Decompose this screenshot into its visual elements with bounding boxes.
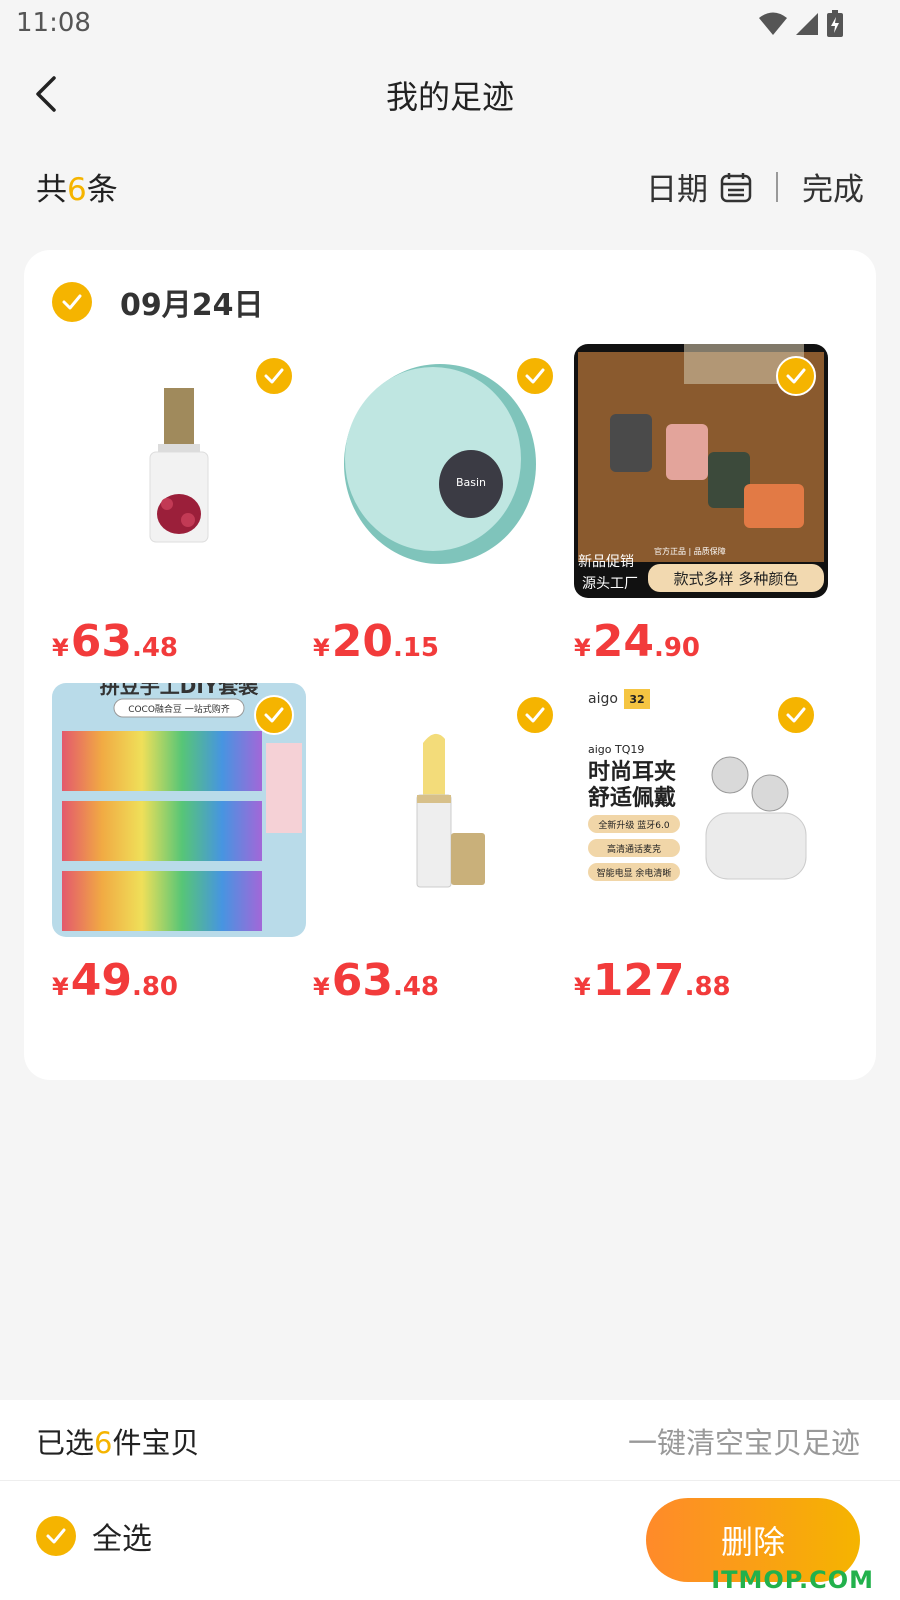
product-item-perfume[interactable]: ¥63.48 — [52, 344, 306, 667]
selected-count-value: 6 — [94, 1426, 113, 1460]
select-all-check-icon — [36, 1516, 76, 1556]
battery-icon — [827, 10, 843, 37]
product-image-earphones[interactable]: aigo 32 aigo TQ19 时尚耳夹 舒适佩戴 全新升级 蓝牙6.0 高… — [574, 683, 828, 937]
group-header: 09月24日 — [52, 280, 264, 324]
price-decimal: .80 — [131, 972, 178, 1002]
price-currency: ¥ — [574, 634, 591, 662]
count-value: 6 — [67, 172, 87, 208]
select-all-label: 全选 — [92, 1522, 152, 1557]
item-check-icon[interactable] — [254, 695, 294, 735]
price-currency: ¥ — [52, 634, 69, 662]
count-prefix: 共 — [36, 172, 67, 208]
date-label: 日期 — [646, 172, 708, 208]
model-text: aigo TQ19 — [588, 743, 644, 756]
status-time: 11:08 — [16, 8, 91, 38]
selected-prefix: 已选 — [36, 1426, 95, 1460]
nav-bar: 我的足迹 — [0, 60, 900, 130]
price-currency: ¥ — [52, 973, 69, 1001]
selected-suffix: 件宝贝 — [112, 1426, 200, 1460]
price-decimal: .15 — [392, 633, 439, 663]
select-all-toggle[interactable]: 全选 — [36, 1514, 152, 1558]
product-image-lip-balm[interactable] — [313, 683, 567, 937]
price-currency: ¥ — [313, 634, 330, 662]
headline-2: 舒适佩戴 — [588, 785, 676, 811]
product-price: ¥20.15 — [313, 616, 567, 667]
price-integer: 49 — [70, 955, 132, 1006]
status-bar: 11:08 — [0, 0, 900, 50]
promo-text: 新品促销 — [578, 554, 634, 570]
product-price: ¥63.48 — [52, 616, 306, 667]
item-check-icon[interactable] — [776, 695, 816, 735]
feature-1: 全新升级 蓝牙6.0 — [598, 819, 669, 831]
price-decimal: .90 — [653, 633, 700, 663]
selection-row: 已选6件宝贝 一键清空宝贝足迹 — [0, 1400, 900, 1481]
done-button[interactable]: 完成 — [802, 164, 864, 209]
price-decimal: .48 — [392, 972, 439, 1002]
group-date: 09月24日 — [120, 288, 264, 323]
watermark: ITMOP.COM — [711, 1566, 874, 1594]
price-integer: 20 — [331, 616, 393, 667]
selected-count: 已选6件宝贝 — [36, 1420, 199, 1462]
item-check-icon[interactable] — [515, 695, 555, 735]
quality-text: 官方正品 | 品质保障 — [654, 546, 726, 556]
footprint-group-card: 09月24日 ¥63.48 Basin ¥ 20 .15 新品促销 源头工厂 官… — [24, 250, 876, 1080]
product-item-earphones[interactable]: aigo 32 aigo TQ19 时尚耳夹 舒适佩戴 全新升级 蓝牙6.0 高… — [574, 683, 828, 1006]
price-decimal: .88 — [684, 972, 731, 1002]
headline-1: 时尚耳夹 — [588, 760, 676, 785]
product-price: ¥49.80 — [52, 955, 306, 1006]
price-integer: 127 — [592, 955, 685, 1006]
calendar-icon — [720, 172, 752, 202]
product-item-basin[interactable]: Basin ¥20.15 — [313, 344, 567, 667]
status-icons — [758, 10, 844, 38]
count-suffix: 条 — [86, 172, 118, 208]
price-decimal: .48 — [131, 633, 178, 663]
product-image-perfume[interactable] — [52, 344, 306, 598]
page-title: 我的足迹 — [385, 78, 514, 116]
toolbar: 日期 完成 — [646, 164, 864, 209]
feature-2: 高清通话麦克 — [607, 843, 661, 855]
price-integer: 63 — [331, 955, 393, 1006]
wifi-icon — [759, 12, 787, 35]
product-price: ¥24.90 — [574, 616, 828, 667]
product-image-bead-set[interactable]: 拼豆手工DIY套装 COCO融合豆 一站式购齐 — [52, 683, 306, 937]
product-price: ¥127.88 — [574, 955, 828, 1006]
date-filter-button[interactable]: 日期 — [646, 164, 752, 209]
price-integer: 24 — [592, 616, 654, 667]
item-check-icon[interactable] — [776, 356, 816, 396]
product-image-basin[interactable]: Basin — [313, 344, 567, 598]
bead-subtitle: COCO融合豆 一站式购齐 — [128, 703, 230, 715]
item-check-icon[interactable] — [254, 356, 294, 396]
variety-text: 款式多样 多种颜色 — [674, 570, 799, 588]
group-check-icon[interactable] — [52, 282, 92, 322]
signal-icon — [796, 13, 818, 35]
feature-3: 智能电显 余电清晰 — [597, 867, 672, 879]
product-item-bead-set[interactable]: 拼豆手工DIY套装 COCO融合豆 一站式购齐 ¥49.80 — [52, 683, 306, 1006]
bead-title: 拼豆手工DIY套装 — [100, 683, 259, 698]
toolbar-divider — [776, 171, 778, 202]
product-item-lip-balm[interactable]: ¥63.48 — [313, 683, 567, 1006]
price-integer: 63 — [70, 616, 132, 667]
badge-number: 32 — [629, 693, 644, 706]
basin-label: Basin — [456, 476, 486, 489]
factory-text: 源头工厂 — [582, 576, 638, 592]
product-image-game-console[interactable]: 新品促销 源头工厂 官方正品 | 品质保障 款式多样 多种颜色 — [574, 344, 828, 598]
product-item-game-console[interactable]: 新品促销 源头工厂 官方正品 | 品质保障 款式多样 多种颜色 ¥24.90 — [574, 344, 828, 667]
product-price: ¥63.48 — [313, 955, 567, 1006]
clear-all-footprints-button[interactable]: 一键清空宝贝足迹 — [628, 1420, 860, 1462]
item-count: 共6条 — [36, 164, 118, 209]
price-currency: ¥ — [313, 973, 330, 1001]
item-check-icon[interactable] — [515, 356, 555, 396]
brand-logo-text: aigo — [588, 691, 618, 707]
price-currency: ¥ — [574, 973, 591, 1001]
